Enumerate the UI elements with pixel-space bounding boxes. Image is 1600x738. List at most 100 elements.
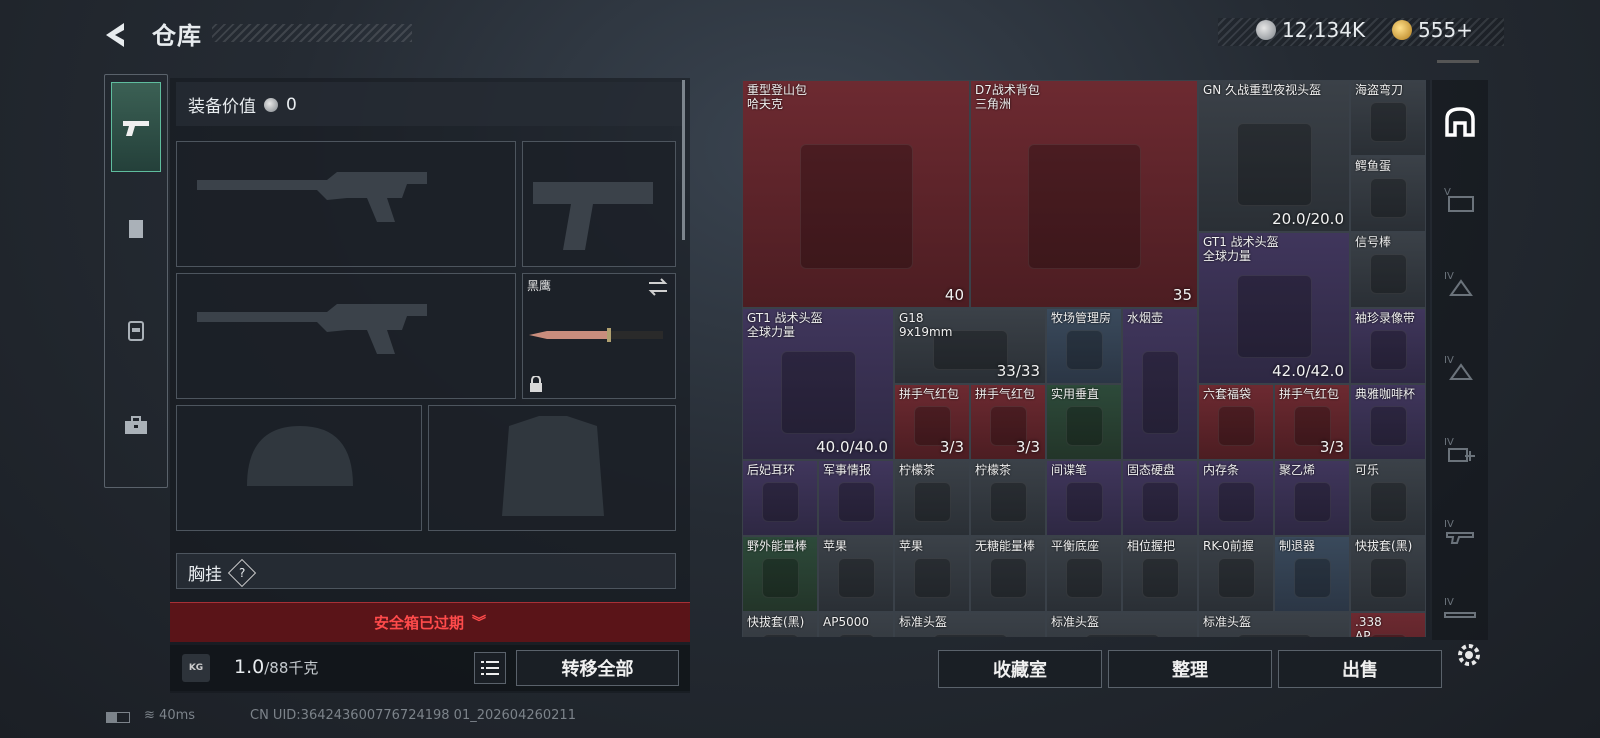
item-name: 柠檬茶 [975,463,1012,477]
stash-item[interactable]: 平衡底座 [1046,536,1122,612]
transfer-all-button[interactable]: 转移全部 [516,650,679,686]
stash-item[interactable]: 军事情报 [818,460,894,536]
settings-button[interactable] [1453,639,1485,675]
stash-item[interactable]: 间谍笔 [1046,460,1122,536]
sort-button[interactable]: 整理 [1108,650,1272,688]
tab-stash-iv-medical[interactable]: IV [1438,428,1482,472]
item-count: 20.0/20.0 [1272,210,1344,228]
container-icon: IV [1444,355,1473,380]
stash-item[interactable]: GN 久战重型夜视头盔 20.0/20.0 [1198,80,1350,232]
item-name: 相位握把 [1127,539,1176,553]
stash-item[interactable]: 柠檬茶 [970,460,1046,536]
weight-readout: 1.0/88千克 [234,656,318,678]
tab-weapons[interactable] [111,82,161,172]
item-name: 拼手气红包 [975,387,1036,401]
item-icon [1369,557,1407,599]
stash-item[interactable]: 苹果 [818,536,894,612]
stash-item[interactable]: 六套福袋 [1198,384,1274,460]
helmet-slot[interactable] [176,405,422,531]
wifi-ping: ≋ 40ms [144,708,195,723]
tab-stash-iv-b[interactable]: IV [1438,346,1482,390]
item-name: 重型登山包 哈夫克 [747,83,808,111]
stash-item[interactable]: 苹果 [894,536,970,612]
item-name: G18 9x19mm [899,311,953,339]
item-name: 军事情报 [823,463,872,477]
stash-item[interactable]: 固态硬盘 [1122,460,1198,536]
item-name: 信号棒 [1355,235,1392,249]
stash-item[interactable]: GT1 战术头盔 全球力量 40.0/40.0 [742,308,894,460]
item-icon [1236,123,1312,206]
stash-item[interactable]: 鳄鱼蛋 [1350,156,1426,232]
primary-weapon-slot[interactable] [176,141,516,267]
stash-item[interactable]: 野外能量棒 [742,536,818,612]
stash-item[interactable]: RK-0前握 [1198,536,1274,612]
stash-item[interactable]: 水烟壶 [1122,308,1198,460]
stash-item[interactable]: 无糖能量棒 [970,536,1046,612]
list-view-button[interactable] [474,652,506,684]
stash-item[interactable]: 相位握把 [1122,536,1198,612]
back-arrow-icon [106,23,124,47]
stash-item[interactable]: 后妃耳环 [742,460,818,536]
item-name: GT1 战术头盔 全球力量 [1203,235,1279,263]
stash-item[interactable]: 实用垂直 [1046,384,1122,460]
stash-item[interactable]: 可乐 [1350,460,1426,536]
stash-item[interactable]: 标准头盔 [1046,612,1198,637]
stash-item[interactable]: 聚乙烯 [1274,460,1350,536]
tab-backpack[interactable] [111,286,161,376]
stash-item[interactable]: 标准头盔 [1198,612,1350,637]
sidebar-decor [1437,60,1479,63]
stash-item[interactable]: 拼手气红包 3/3 [1274,384,1350,460]
stash-item[interactable]: 标准头盔 [894,612,1046,637]
pistol-slot[interactable] [522,141,676,267]
stash-item[interactable]: 快拔套(黑) [742,612,818,637]
item-count: 3/3 [1319,438,1344,456]
stash-item[interactable]: 袖珍录像带 [1350,308,1426,384]
sell-button[interactable]: 出售 [1278,650,1442,688]
stash-item[interactable]: D7战术背包 三角洲 35 [970,80,1198,308]
stash-item[interactable]: G18 9x19mm 33/33 [894,308,1046,384]
tab-tools[interactable] [111,380,161,470]
stash-item[interactable]: GT1 战术头盔 全球力量 42.0/42.0 [1198,232,1350,384]
collection-room-button[interactable]: 收藏室 [938,650,1102,688]
battery-icon [106,712,130,723]
tab-stash-v-scope[interactable]: V [1438,178,1482,222]
secondary-weapon-slot[interactable] [176,273,516,399]
item-name: 典雅咖啡杯 [1355,387,1416,401]
item-icon [989,557,1027,599]
stash-item[interactable]: AP5000 [818,612,894,637]
swap-icon[interactable] [647,278,669,296]
currency-b[interactable]: 555+ [1392,18,1473,42]
stash-item[interactable]: 重型登山包 哈夫克 40 [742,80,970,308]
list-icon [481,661,499,675]
stash-item[interactable]: 拼手气红包 3/3 [894,384,970,460]
stash-item[interactable]: 拼手气红包 3/3 [970,384,1046,460]
item-name: GT1 战术头盔 全球力量 [747,311,823,339]
item-name: 拼手气红包 [899,387,960,401]
stash-item[interactable]: 海盗弯刀 [1350,80,1426,156]
stash-item[interactable]: 信号棒 [1350,232,1426,308]
stash-item[interactable]: 柠檬茶 [894,460,970,536]
stash-item[interactable]: 制退器 [1274,536,1350,612]
melee-slot[interactable]: 黑鹰 [522,273,676,399]
equipment-scrollbar[interactable] [682,80,685,240]
tab-stash-iv-rifle[interactable]: IV [1438,588,1482,632]
item-count: 35 [1172,286,1192,304]
currency-a[interactable]: 12,134K [1256,18,1365,42]
tab-helmet[interactable] [111,184,161,274]
tab-stash-all[interactable] [1438,100,1482,144]
stash-item[interactable]: .338 AP [1350,612,1426,637]
help-icon[interactable]: ? [227,558,257,587]
item-name: 水烟壶 [1127,311,1164,325]
stash-item[interactable]: 典雅咖啡杯 [1350,384,1426,460]
armor-slot[interactable] [428,405,676,531]
tab-stash-iv-a[interactable]: IV [1438,262,1482,306]
stash-item[interactable]: 快拔套(黑) [1350,536,1426,612]
stash-item[interactable]: 牧场管理房 [1046,308,1122,384]
stash-item[interactable]: 内存条 [1198,460,1274,536]
item-icon [1293,557,1331,599]
back-button[interactable] [100,18,134,52]
item-count: 3/3 [1015,438,1040,456]
safe-box-status[interactable]: 安全箱已过期 ︾ [170,602,690,642]
item-icon [1065,329,1103,371]
tab-stash-iv-gun[interactable]: IV [1438,510,1482,554]
